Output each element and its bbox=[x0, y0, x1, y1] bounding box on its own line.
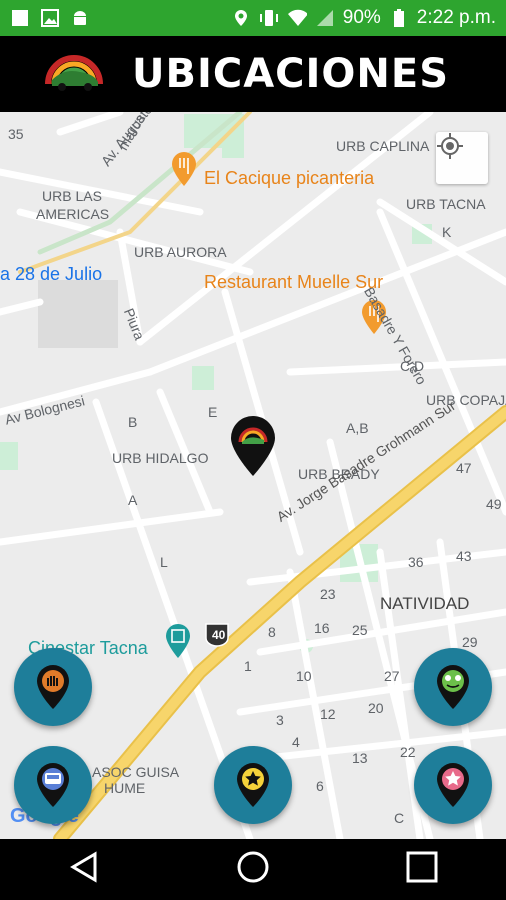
diamond-logo bbox=[44, 46, 104, 102]
building-block bbox=[38, 280, 118, 348]
notification-square-icon bbox=[10, 8, 30, 28]
location-icon bbox=[231, 8, 251, 28]
map-label: 47 bbox=[456, 460, 472, 476]
home-button[interactable] bbox=[235, 849, 271, 890]
map-label: L bbox=[160, 554, 168, 570]
map-label: URB AURORA bbox=[134, 244, 227, 260]
bus-icon bbox=[37, 763, 69, 807]
map-label: 35 bbox=[8, 126, 24, 142]
image-icon bbox=[40, 8, 60, 28]
route-number: 40 bbox=[212, 628, 226, 642]
map-label: 3 bbox=[276, 712, 284, 728]
map-view[interactable]: 35 URB CAPLINA URB LAS AMERICAS URB TACN… bbox=[0, 112, 506, 839]
map-label: E bbox=[208, 404, 218, 420]
filter-bus-button[interactable] bbox=[14, 746, 92, 824]
poi-label-cacique[interactable]: El Cacique picanteria bbox=[204, 168, 374, 189]
system-nav-bar bbox=[0, 839, 506, 900]
map-label: B bbox=[128, 414, 138, 430]
map-label: 49 bbox=[486, 496, 502, 512]
map-label: A,B bbox=[346, 420, 369, 436]
map-label: 23 bbox=[320, 586, 336, 602]
filter-frog-button[interactable] bbox=[414, 648, 492, 726]
my-location-button[interactable] bbox=[436, 132, 488, 184]
police-badge-icon bbox=[437, 763, 469, 807]
map-label: 16 bbox=[314, 620, 330, 636]
recents-button[interactable] bbox=[405, 850, 439, 889]
map-label: 1 bbox=[244, 658, 252, 674]
poi-label-muelle[interactable]: Restaurant Muelle Sur bbox=[204, 272, 383, 293]
park-area bbox=[192, 366, 214, 390]
map-label: 25 bbox=[352, 622, 368, 638]
filter-badge-button[interactable] bbox=[414, 746, 492, 824]
map-label: 8 bbox=[268, 624, 276, 640]
back-button[interactable] bbox=[67, 850, 101, 889]
map-label: URB TACNA bbox=[406, 196, 486, 212]
page-title: UBICACIONES bbox=[132, 51, 450, 97]
crosshair-icon bbox=[437, 133, 463, 159]
map-label: 4 bbox=[292, 734, 300, 750]
vibrate-icon bbox=[259, 8, 279, 28]
map-label: ASOC GUISA bbox=[92, 764, 180, 780]
street-label: a 28 de Julio bbox=[0, 264, 103, 284]
filter-hand-button[interactable] bbox=[14, 648, 92, 726]
map-label: URB CAPLINA bbox=[336, 138, 430, 154]
map-label: NATIVIDAD bbox=[380, 594, 470, 613]
star-icon bbox=[237, 763, 269, 807]
map-label: 43 bbox=[456, 548, 472, 564]
android-icon bbox=[70, 8, 90, 28]
frog-icon bbox=[437, 665, 469, 709]
home-circle-icon bbox=[237, 851, 269, 883]
app-bar: UBICACIONES bbox=[0, 36, 506, 112]
map-label: 29 bbox=[462, 634, 478, 650]
map-label: 22 bbox=[400, 744, 416, 760]
map-label: 13 bbox=[352, 750, 368, 766]
filter-star-button[interactable] bbox=[214, 746, 292, 824]
map-label: 27 bbox=[384, 668, 400, 684]
map-label: 36 bbox=[408, 554, 424, 570]
clock: 2:22 p.m. bbox=[416, 7, 496, 28]
signal-icon bbox=[315, 8, 335, 28]
park-area bbox=[0, 442, 18, 470]
battery-icon bbox=[389, 8, 409, 28]
map-label: 6 bbox=[316, 778, 324, 794]
map-label: 10 bbox=[296, 668, 312, 684]
map-label: C bbox=[394, 810, 405, 826]
map-label: AMERICAS bbox=[36, 206, 110, 222]
map-label: K bbox=[442, 224, 452, 240]
map-label: URB LAS bbox=[42, 188, 102, 204]
map-label: HUME bbox=[104, 780, 146, 796]
map-label: A bbox=[128, 492, 138, 508]
hand-icon bbox=[37, 665, 69, 709]
map-label: URB HIDALGO bbox=[112, 450, 209, 466]
recents-square-icon bbox=[406, 851, 438, 883]
park-area bbox=[222, 140, 244, 158]
status-bar: 90% 2:22 p.m. bbox=[0, 0, 506, 36]
map-label: 12 bbox=[320, 706, 336, 722]
map-label: 20 bbox=[368, 700, 384, 716]
battery-percent: 90% bbox=[342, 7, 381, 28]
wifi-icon bbox=[287, 8, 307, 28]
back-triangle-icon bbox=[70, 851, 97, 883]
